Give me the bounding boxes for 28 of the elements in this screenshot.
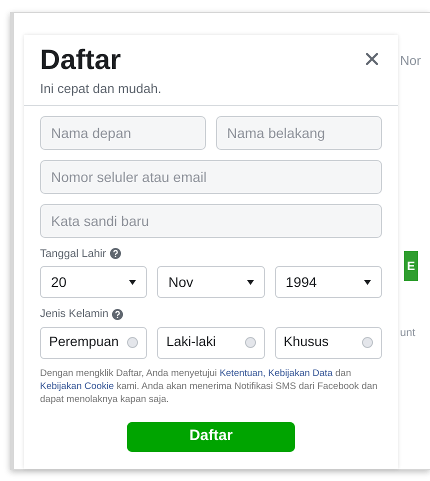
- caret-icon: [129, 280, 136, 284]
- radio-button[interactable]: [127, 337, 138, 348]
- background-text: unt: [399, 326, 416, 340]
- name-field[interactable]: Nama belakang: [216, 116, 382, 150]
- gender-option[interactable]: Laki-laki: [157, 326, 265, 358]
- gender-option[interactable]: Khusus: [274, 326, 382, 358]
- date-dropdown[interactable]: 1994: [274, 266, 382, 298]
- dialog-title: Daftar: [40, 43, 122, 77]
- radio-button[interactable]: [362, 337, 373, 348]
- help-icon[interactable]: [110, 248, 122, 260]
- background-text: Nor: [399, 52, 422, 70]
- terms-link[interactable]: Kebijakan Data: [268, 368, 333, 378]
- radio-button[interactable]: [244, 337, 256, 348]
- input-field[interactable]: Kata sandi baru: [40, 204, 382, 238]
- gender-option[interactable]: Perempuan: [40, 326, 148, 358]
- field-label: Tanggal Lahir: [40, 246, 106, 262]
- name-field[interactable]: Nama depan: [40, 116, 206, 150]
- terms-link[interactable]: Kebijakan Cookie: [40, 380, 114, 392]
- dialog-subtitle: Ini cepat dan mudah.: [40, 80, 162, 98]
- caret-icon: [246, 280, 254, 284]
- caret-icon: [364, 280, 371, 284]
- input-field[interactable]: Nomor seluler atau email: [40, 160, 382, 194]
- terms-link[interactable]: Ketentuan,: [220, 368, 266, 378]
- help-icon[interactable]: [112, 308, 124, 320]
- terms-text: Dengan mengklik Daftar, Anda menyetujui Ketentuan, Kebijakan Data dan Kebijakan Cookie kami. Anda akan menerima Notifikasi SMS dari Facebook dan dapat menolaknya kapan saja.: [40, 366, 378, 406]
- date-dropdown[interactable]: 20: [40, 266, 148, 298]
- field-label: Jenis Kelamin: [40, 307, 108, 322]
- date-dropdown[interactable]: Nov: [157, 266, 265, 298]
